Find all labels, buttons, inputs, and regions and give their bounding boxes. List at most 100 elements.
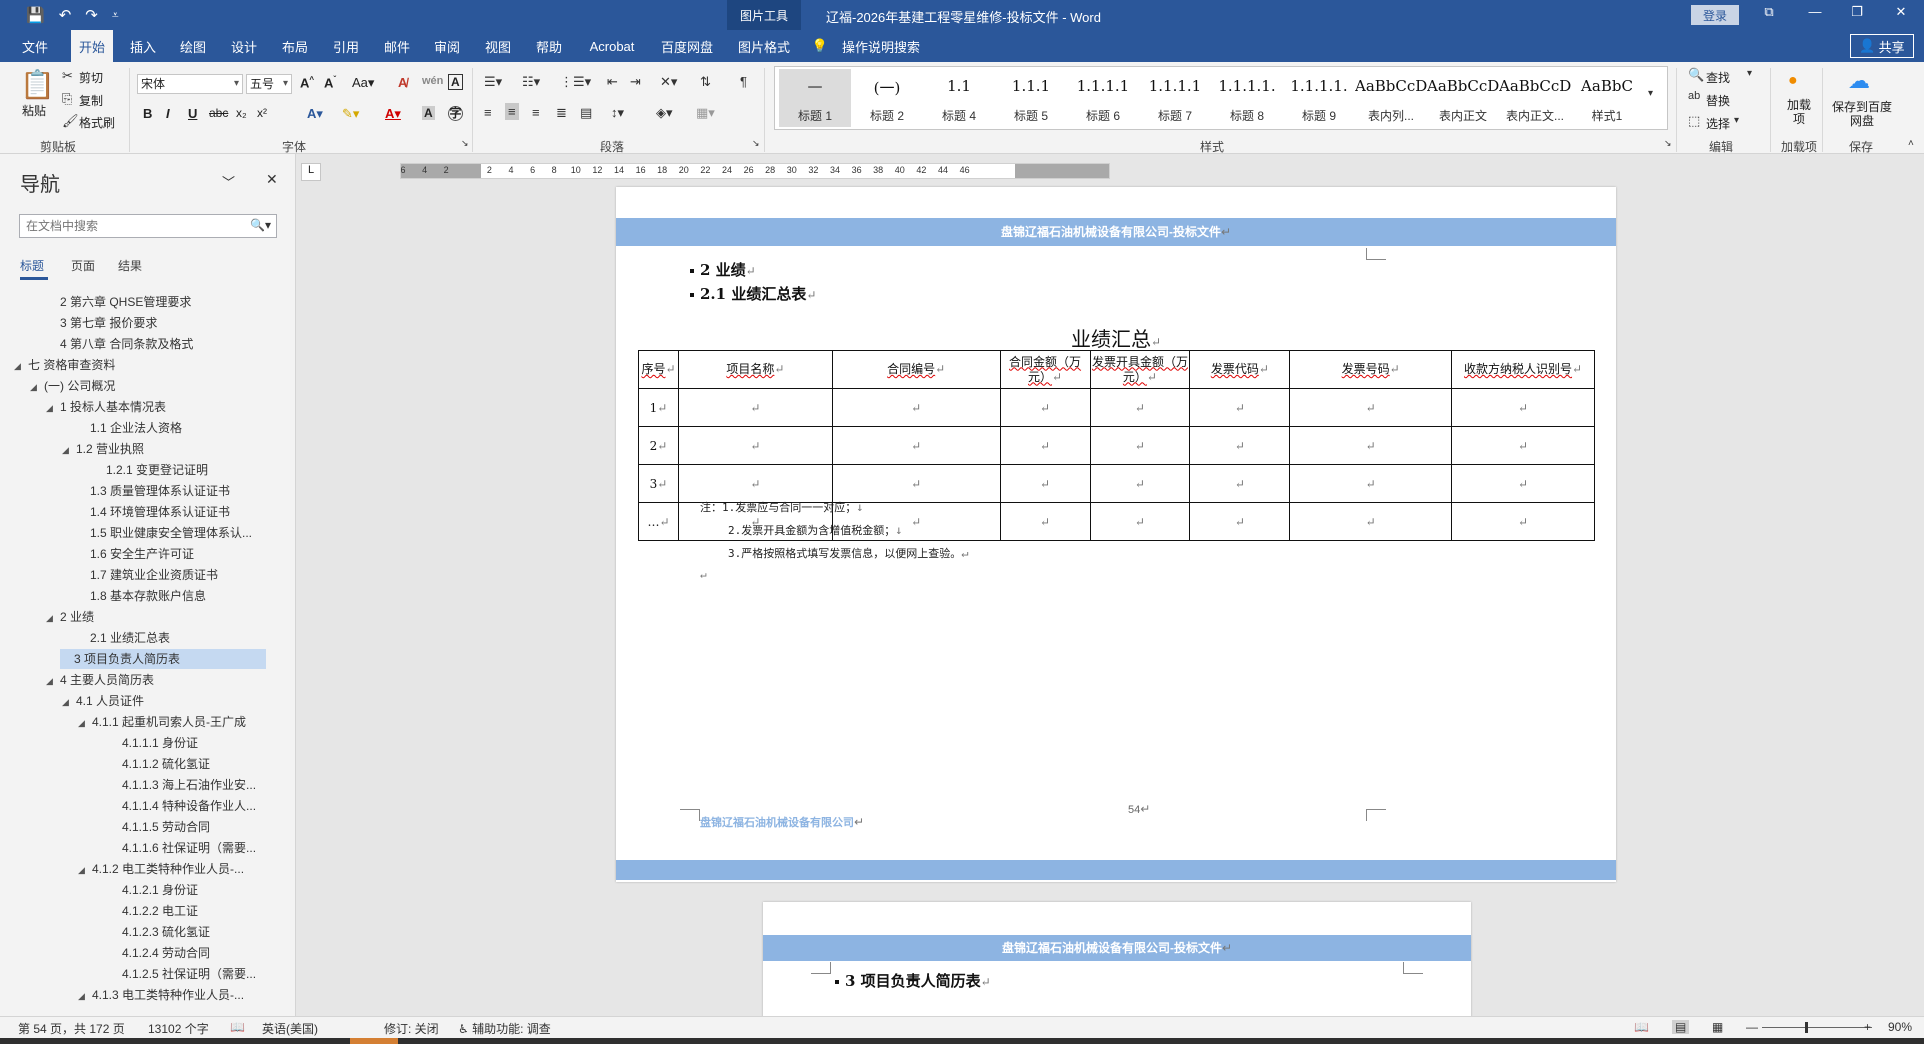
tab-baidu-netdisk[interactable]: 百度网盘 [656,30,718,62]
expand-collapse-icon[interactable]: ◢ [78,860,92,879]
font-color-icon[interactable]: A▾ [385,106,401,122]
nav-heading-item[interactable]: ◢ 4.1 人员证件 [62,691,266,711]
document-canvas[interactable]: 盘锦辽福石油机械设备有限公司-投标文件↵ 2 业绩↵ 2.1 业绩汇总表↵ 业绩… [297,182,1924,1016]
tab-picture-format[interactable]: 图片格式 [727,30,801,62]
table-row[interactable]: 3↵ ↵ ↵ ↵ ↵ ↵ ↵ ↵ [638,464,1595,503]
table-cell[interactable]: ↵ [677,426,833,465]
tab-help[interactable]: 帮助 [528,30,570,62]
print-layout-icon[interactable]: ▤ [1672,1020,1690,1034]
page-count[interactable]: 第 54 页，共 172 页 [18,1020,125,1037]
table-index-cell[interactable]: 2↵ [638,426,679,465]
line-spacing-icon[interactable]: ↕▾ [611,105,624,121]
table-cell[interactable]: ↵ [999,388,1091,427]
tab-references[interactable]: 引用 [325,30,367,62]
table-index-cell[interactable]: …↵ [638,502,679,541]
table-cell[interactable]: ↵ [1189,426,1291,465]
nav-heading-item[interactable]: ◢ (一) 公司概况 [30,376,266,396]
read-mode-icon[interactable]: 📖 [1634,1020,1649,1034]
tab-file[interactable]: 文件 [14,30,56,62]
style-item[interactable]: AaBbCcDc 表内正文... [1499,69,1571,127]
expand-collapse-icon[interactable]: ◢ [30,377,44,396]
change-case-icon[interactable]: Aa▾ [352,75,374,91]
format-painter-button[interactable]: 格式刷 [79,114,115,131]
expand-collapse-icon[interactable]: ◢ [62,440,76,459]
phonetic-guide-icon[interactable]: wén [422,75,443,87]
chinese-layout-icon[interactable]: ✕▾ [660,74,677,90]
sort-icon[interactable]: ⇅ [700,74,711,90]
horizontal-ruler[interactable]: 6 4 2 2 4 6 8 10 12 14 16 18 20 22 24 26 28 30 32 34 36 38 40 4… [400,163,1110,179]
align-left-icon[interactable]: ≡ [484,105,492,120]
save-to-baidu-button[interactable]: 保存到百度网盘 [1829,100,1895,128]
paragraph-dialog-launcher-icon[interactable]: ↘ [752,138,760,149]
nav-heading-item[interactable]: 4.1.1.4 特种设备作业人... [108,796,266,816]
style-item[interactable]: AaBbC 样式1 [1571,69,1643,127]
table-cell[interactable]: ↵ [1451,502,1595,541]
nav-heading-item[interactable]: 4 第八章 合同条款及格式 [46,334,266,354]
bold-icon[interactable]: B [143,106,152,121]
nav-heading-item[interactable]: 4.1.1.1 身份证 [108,733,266,753]
language[interactable]: 英语(美国) [262,1020,318,1037]
accessibility-status[interactable]: ♿ 辅助功能: 调查 [458,1020,551,1037]
share-button[interactable]: 👤 共享 [1850,34,1914,58]
paste-icon[interactable]: 📋 [20,68,55,101]
expand-collapse-icon[interactable]: ◢ [46,671,60,690]
select-dropdown-icon[interactable]: ▾ [1734,115,1739,126]
table-cell[interactable]: ↵ [1189,502,1291,541]
track-changes-status[interactable]: 修订: 关闭 [384,1020,439,1037]
nav-heading-item[interactable]: 1.1 企业法人资格 [76,418,266,438]
nav-heading-item[interactable]: ◢ 4.1.2 电工类特种作业人员-... [78,859,266,879]
cut-button[interactable]: 剪切 [79,69,103,86]
find-dropdown-icon[interactable]: ▾ [1747,68,1752,79]
customize-qat-icon[interactable]: ⩡ [112,8,119,23]
table-cell[interactable]: ↵ [1451,388,1595,427]
table-row[interactable]: 1↵ ↵ ↵ ↵ ↵ ↵ ↵ ↵ [638,388,1595,427]
style-item[interactable]: AaBbCcD 表内列... [1355,69,1427,127]
style-item[interactable]: 1.1 标题 4 [923,69,995,127]
tab-layout[interactable]: 布局 [274,30,316,62]
table-cell[interactable]: ↵ [677,388,833,427]
show-marks-icon[interactable]: ¶ [740,74,747,89]
expand-collapse-icon[interactable]: ◢ [46,608,60,627]
nav-close-icon[interactable]: ✕ [266,171,278,188]
clear-formatting-icon[interactable]: A̸ [398,75,407,90]
expand-collapse-icon[interactable]: ◢ [14,356,28,375]
table-cell[interactable]: ↵ [1289,426,1453,465]
distributed-icon[interactable]: ▤ [580,105,592,121]
zoom-out-icon[interactable]: — [1746,1020,1758,1034]
ribbon-display-options-icon[interactable]: ⧉ [1754,4,1784,20]
nav-heading-item[interactable]: 3 项目负责人简历表 [60,649,266,669]
nav-heading-item[interactable]: 4.1.2.5 社保证明（需要... [108,964,266,984]
tab-draw[interactable]: 绘图 [172,30,214,62]
tab-view[interactable]: 视图 [477,30,519,62]
nav-heading-item[interactable]: 2 第六章 QHSE管理要求 [46,292,266,312]
login-button[interactable]: 登录 [1691,5,1739,25]
style-item[interactable]: 1.1.1.1 标题 7 [1139,69,1211,127]
nav-heading-item[interactable]: 4.1.2.2 电工证 [108,901,266,921]
table-cell[interactable]: ↵ [1289,388,1453,427]
numbering-icon[interactable]: ☷▾ [522,74,540,90]
document-page[interactable]: 盘锦辽福石油机械设备有限公司-投标文件↵ 3 项目负责人简历表↵ [763,902,1471,1016]
text-effects-icon[interactable]: A▾ [307,106,323,122]
grow-font-icon[interactable]: A^ [300,75,314,90]
web-layout-icon[interactable]: ▦ [1712,1020,1723,1034]
nav-heading-item[interactable]: 4.1.1.5 劳动合同 [108,817,266,837]
styles-more-icon[interactable]: ▾ [1648,88,1653,99]
table-cell[interactable]: ↵ [999,464,1091,503]
tab-home[interactable]: 开始 [71,30,113,62]
addins-button[interactable]: 加载项 [1787,98,1811,126]
table-cell[interactable]: ↵ [1089,464,1191,503]
style-item[interactable]: 1.1.1 标题 5 [995,69,1067,127]
table-cell[interactable]: ↵ [1451,464,1595,503]
tab-insert[interactable]: 插入 [122,30,164,62]
search-icon[interactable]: 🔍▾ [250,218,271,232]
table-cell[interactable]: ↵ [999,502,1091,541]
table-index-cell[interactable]: 1↵ [638,388,679,427]
select-button[interactable]: 选择 [1706,115,1730,132]
nav-heading-item[interactable]: 4.1.2.4 劳动合同 [108,943,266,963]
increase-indent-icon[interactable]: ⇥ [630,74,641,90]
nav-tab-pages[interactable]: 页面 [71,257,95,274]
multilevel-list-icon[interactable]: ⋮☰▾ [560,74,591,90]
table-cell[interactable]: ↵ [1289,502,1453,541]
highlight-icon[interactable]: ✎▾ [342,106,359,122]
style-item[interactable]: 1.1.1.1. 标题 8 [1211,69,1283,127]
